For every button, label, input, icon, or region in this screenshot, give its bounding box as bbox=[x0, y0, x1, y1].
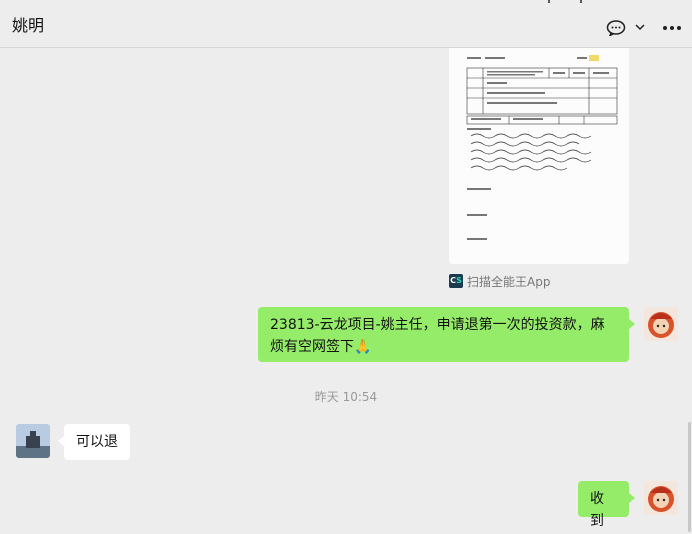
message-text: 收到 bbox=[590, 491, 604, 529]
scrollbar[interactable] bbox=[688, 422, 691, 532]
chat-bubble-icon[interactable] bbox=[606, 20, 626, 36]
my-avatar[interactable] bbox=[644, 481, 678, 515]
sent-message-bubble[interactable]: 收到 bbox=[578, 481, 635, 529]
camscanner-icon: CS bbox=[449, 274, 463, 288]
chevron-down-icon[interactable] bbox=[634, 22, 646, 32]
avatar-image bbox=[644, 481, 678, 515]
document-thumbnail bbox=[449, 48, 629, 264]
scanned-document-image[interactable] bbox=[449, 48, 629, 264]
more-icon[interactable] bbox=[662, 20, 682, 36]
avatar-image bbox=[644, 307, 678, 341]
my-avatar[interactable] bbox=[644, 307, 678, 341]
contact-avatar[interactable] bbox=[16, 424, 50, 458]
sent-message-bubble[interactable]: 23813-云龙项目-姚主任，申请退第一次的投资款，麻烦有空网签下🙏 bbox=[258, 307, 635, 362]
received-message-bubble[interactable]: 可以退 bbox=[58, 424, 130, 460]
chat-title: 姚明 bbox=[12, 16, 45, 35]
image-source-label: 扫描全能王App bbox=[467, 274, 551, 289]
avatar-image bbox=[16, 424, 50, 458]
message-timestamp: 昨天 10:54 bbox=[314, 390, 378, 404]
chat-header: 姚明 bbox=[0, 0, 692, 48]
window-edge-decoration bbox=[548, 0, 582, 3]
emoji: 🙏 bbox=[354, 339, 372, 355]
message-text: 23813-云龙项目-姚主任，申请退第一次的投资款，麻烦有空网签下 bbox=[270, 317, 605, 355]
message-text: 可以退 bbox=[76, 434, 118, 450]
image-source[interactable]: CS 扫描全能王App bbox=[449, 273, 550, 289]
